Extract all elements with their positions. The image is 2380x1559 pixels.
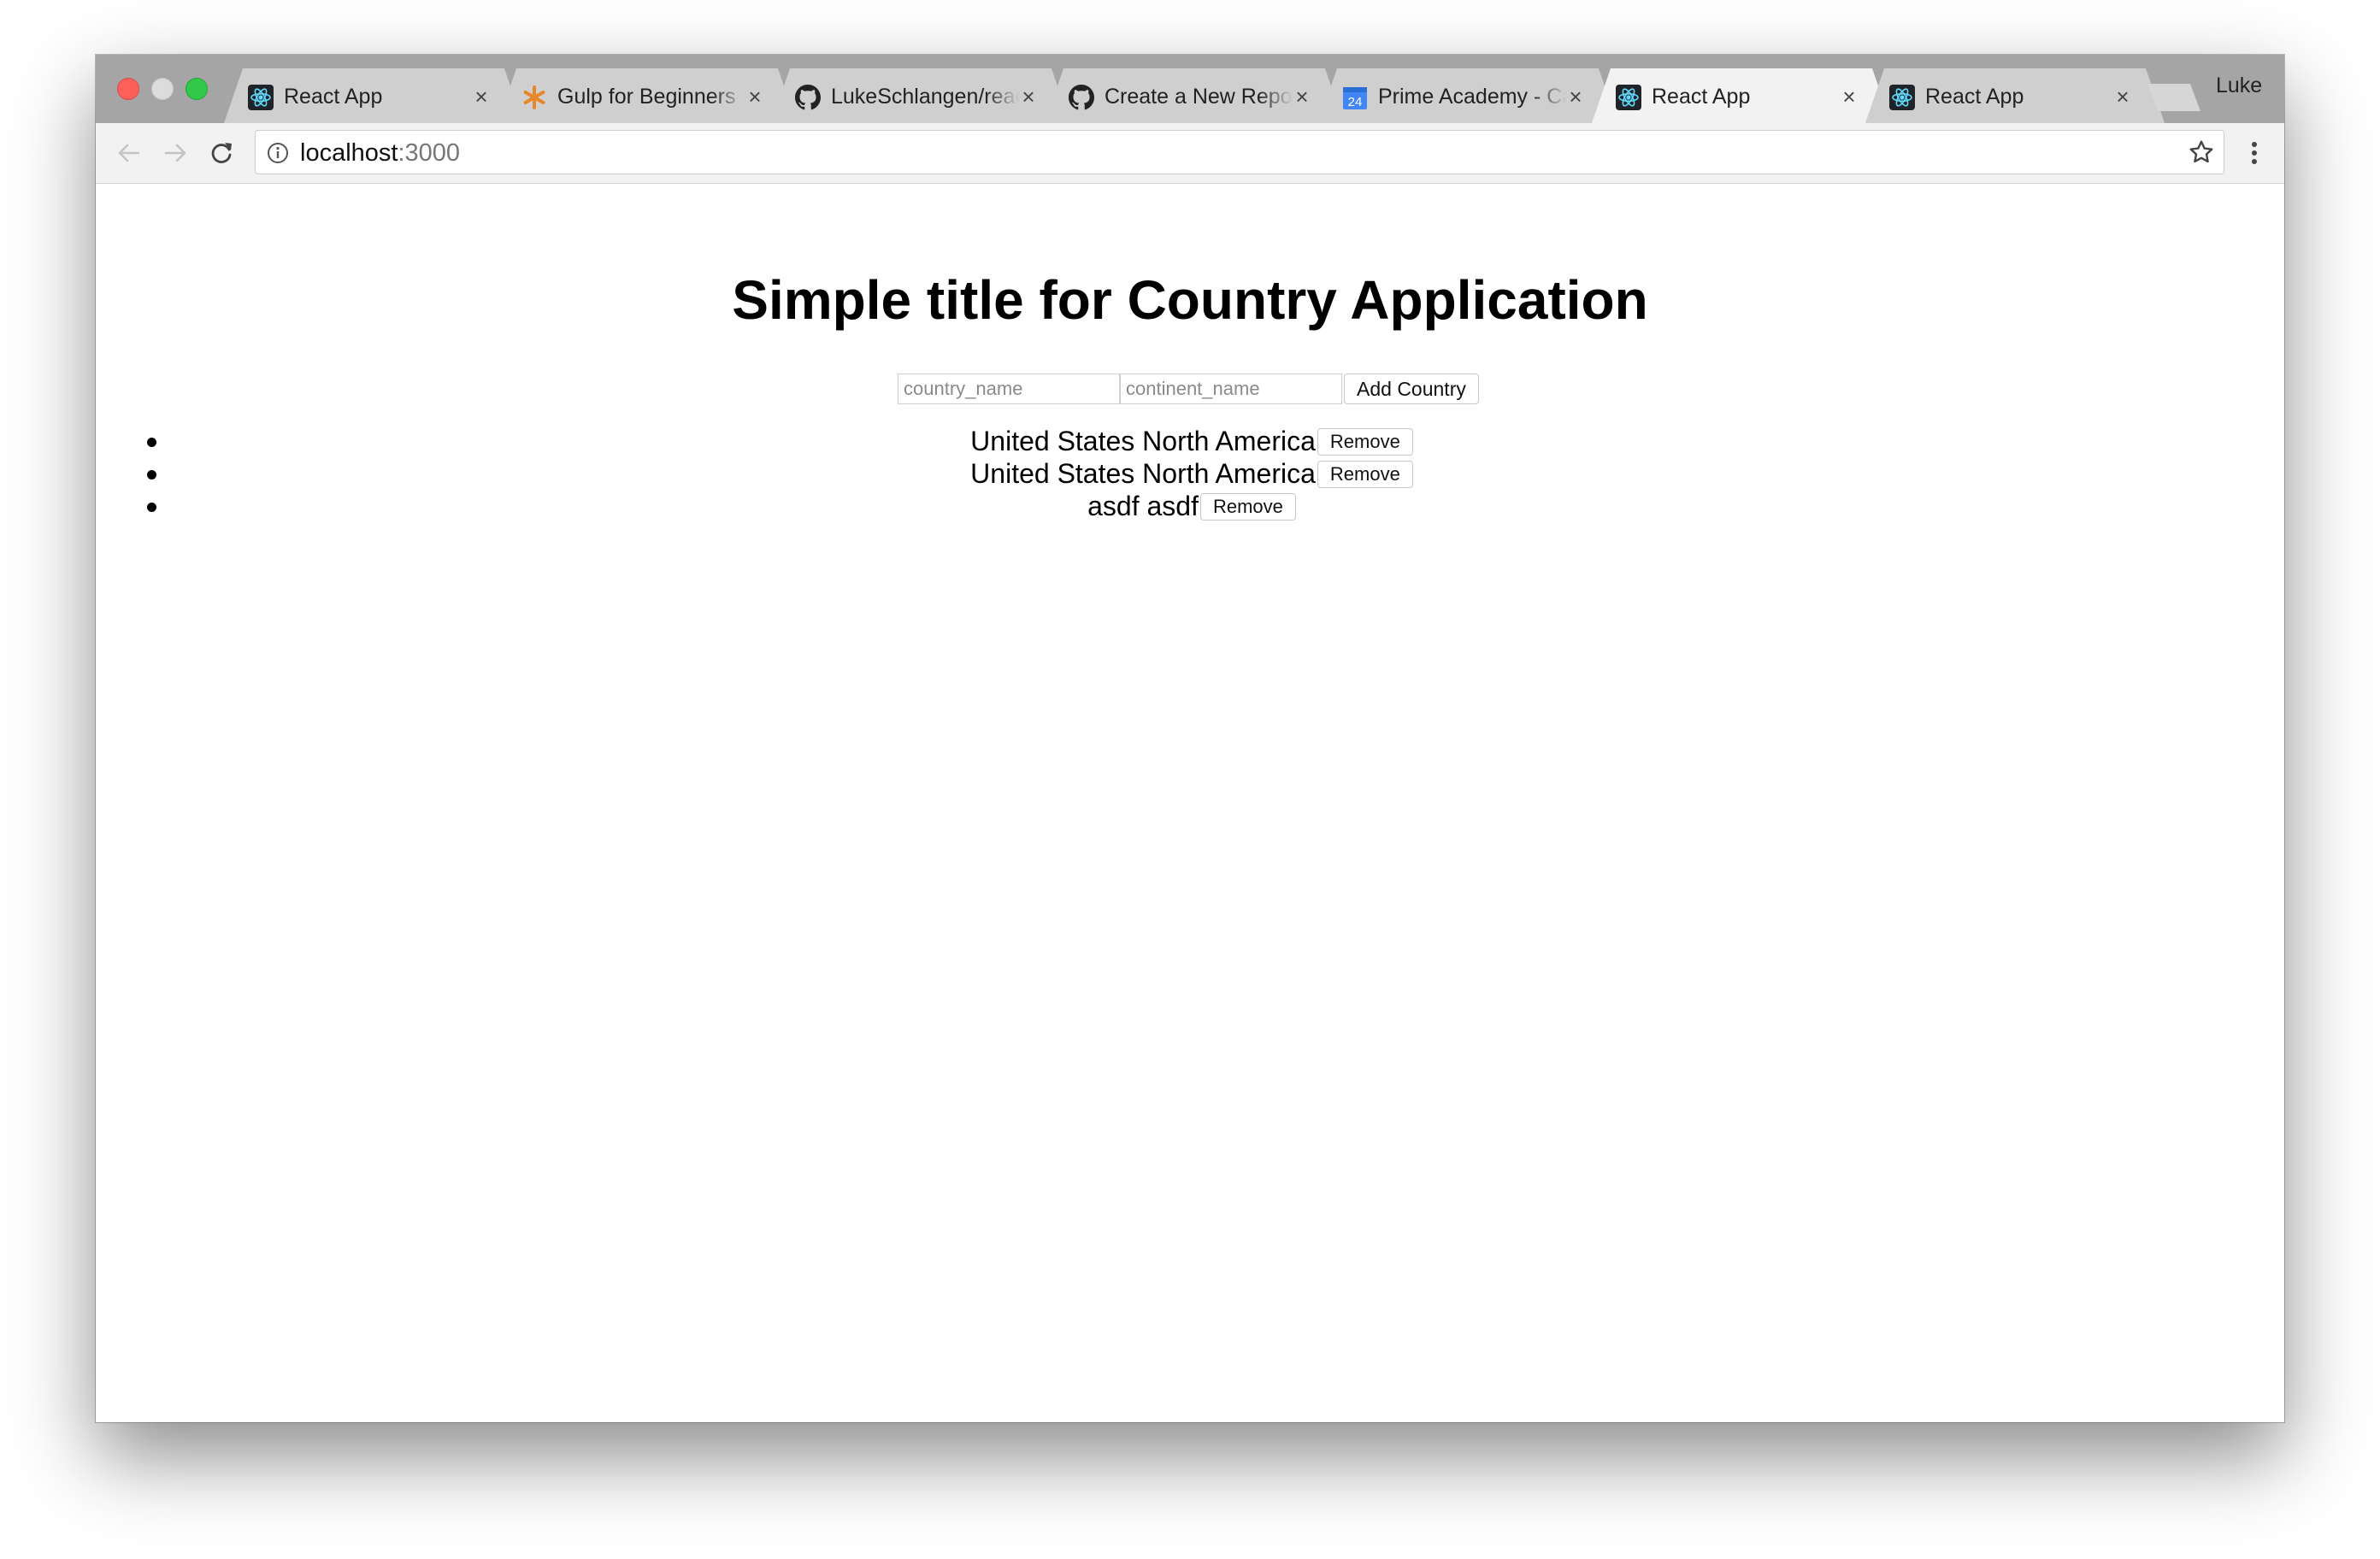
tab-title: Create a New Repository (1105, 85, 1293, 109)
reload-icon[interactable] (205, 137, 238, 169)
bullet-icon (147, 438, 156, 447)
close-tab-icon[interactable]: × (470, 85, 492, 108)
tab-react-app-active[interactable]: React App × (1592, 68, 1891, 123)
tab-title: React App (1652, 85, 1751, 109)
country-name-input[interactable] (898, 374, 1120, 404)
github-icon (795, 85, 821, 110)
tab-title: React App (284, 85, 383, 109)
more-menu-icon[interactable] (2240, 138, 2269, 168)
bookmark-star-icon[interactable] (2188, 138, 2215, 170)
tab-title: Gulp for Beginners (557, 85, 736, 109)
url-text: localhost:3000 (300, 138, 460, 168)
country-name: United States (970, 458, 1135, 489)
close-tab-icon[interactable]: × (2112, 85, 2134, 108)
address-bar[interactable]: localhost:3000 (255, 130, 2224, 174)
browser-window: React App × Gulp for Beginners × LukeSch… (96, 55, 2284, 1422)
info-icon[interactable] (266, 141, 290, 169)
list-item: United States North America Remove (147, 425, 2236, 457)
continent-name: asdf (1146, 491, 1199, 521)
react-icon (1889, 85, 1915, 110)
tab-strip: React App × Gulp for Beginners × LukeSch… (96, 55, 2284, 123)
react-icon (248, 85, 274, 110)
svg-text:24: 24 (1348, 95, 1363, 109)
country-list: United States North America Remove United… (147, 425, 2236, 522)
url-host: localhost (300, 139, 398, 167)
github-icon (1069, 85, 1094, 110)
continent-name-input[interactable] (1120, 374, 1342, 404)
bullet-icon (147, 503, 156, 512)
list-item: United States North America Remove (147, 457, 2236, 490)
forward-arrow-icon[interactable] (159, 137, 191, 169)
page-content: Simple title for Country Application Add… (96, 184, 2284, 1422)
tab-github-repo[interactable]: LukeSchlangen/react × (771, 68, 1070, 123)
close-tab-icon[interactable]: × (1838, 85, 1860, 108)
react-icon (1616, 85, 1641, 110)
remove-button[interactable]: Remove (1199, 492, 1296, 521)
country-name: asdf (1087, 491, 1140, 521)
close-tab-icon[interactable]: × (744, 85, 766, 108)
back-arrow-icon[interactable] (113, 137, 145, 169)
remove-button[interactable]: Remove (1317, 427, 1413, 456)
continent-name: North America (1142, 458, 1316, 489)
tab-react-app-1[interactable]: React App × (224, 68, 523, 123)
url-port: :3000 (398, 139, 461, 167)
tab-title: React App (1925, 85, 2024, 109)
browser-toolbar: localhost:3000 (96, 123, 2284, 184)
tab-prime-academy[interactable]: 24 Prime Academy - Calendar × (1318, 68, 1617, 123)
page-title: Simple title for Country Application (732, 269, 1648, 331)
tab-github-new-repo[interactable]: Create a New Repository × (1045, 68, 1344, 123)
add-country-form: Add Country (898, 373, 1479, 405)
tab-gulp[interactable]: Gulp for Beginners × (498, 68, 797, 123)
calendar-icon: 24 (1342, 85, 1368, 110)
close-tab-icon[interactable]: × (1017, 85, 1040, 108)
tab-react-app-3[interactable]: React App × (1865, 68, 2165, 123)
asterisk-icon (521, 85, 547, 110)
tab-title: LukeSchlangen/react (831, 85, 1019, 109)
continent-name: North America (1142, 426, 1316, 456)
close-tab-icon[interactable]: × (1291, 85, 1313, 108)
close-tab-icon[interactable]: × (1564, 85, 1587, 108)
tab-title: Prime Academy - Calendar (1378, 85, 1566, 109)
close-window-button[interactable] (117, 78, 139, 100)
maximize-window-button[interactable] (186, 78, 208, 100)
profile-name[interactable]: Luke (2216, 74, 2262, 98)
list-item: asdf asdf Remove (147, 490, 2236, 522)
remove-button[interactable]: Remove (1317, 460, 1413, 488)
add-country-button[interactable]: Add Country (1344, 374, 1479, 404)
minimize-window-button[interactable] (151, 78, 174, 100)
country-name: United States (970, 426, 1135, 456)
bullet-icon (147, 470, 156, 479)
